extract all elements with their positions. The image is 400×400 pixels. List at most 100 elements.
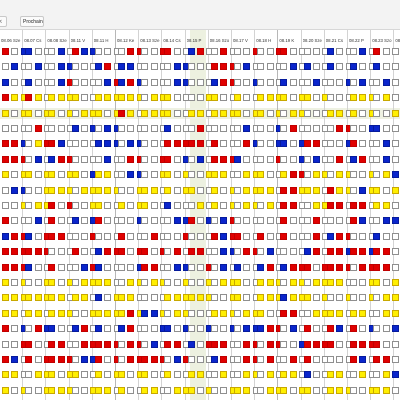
yellow-cell[interactable] <box>164 371 172 379</box>
empty-cell[interactable] <box>280 279 288 286</box>
yellow-cell[interactable] <box>48 94 56 102</box>
empty-cell[interactable] <box>71 78 79 86</box>
empty-cell[interactable] <box>164 232 172 240</box>
red-cell[interactable] <box>350 325 357 333</box>
yellow-cell[interactable] <box>257 279 265 286</box>
red-cell[interactable] <box>289 309 297 317</box>
red-cell[interactable] <box>350 202 357 209</box>
blue-cell[interactable] <box>94 63 102 71</box>
red-cell[interactable] <box>94 217 102 225</box>
blue-cell[interactable] <box>187 340 195 348</box>
empty-cell[interactable] <box>313 48 320 55</box>
empty-cell[interactable] <box>71 309 79 317</box>
red-cell[interactable] <box>280 217 288 225</box>
empty-cell[interactable] <box>57 371 65 379</box>
yellow-cell[interactable] <box>266 371 274 379</box>
empty-cell[interactable] <box>164 78 172 86</box>
empty-cell[interactable] <box>257 78 265 86</box>
empty-cell[interactable] <box>71 140 79 148</box>
empty-cell[interactable] <box>266 309 274 317</box>
red-cell[interactable] <box>280 48 288 55</box>
empty-cell[interactable] <box>71 202 79 209</box>
red-cell[interactable] <box>57 340 65 348</box>
yellow-cell[interactable] <box>34 371 42 379</box>
yellow-cell[interactable] <box>173 309 181 317</box>
empty-cell[interactable] <box>141 125 149 132</box>
yellow-cell[interactable] <box>2 279 9 286</box>
red-cell[interactable] <box>141 356 149 363</box>
empty-cell[interactable] <box>94 48 102 55</box>
empty-cell[interactable] <box>57 171 65 179</box>
yellow-cell[interactable] <box>57 186 65 194</box>
red-cell[interactable] <box>326 248 334 256</box>
empty-cell[interactable] <box>118 155 125 163</box>
yellow-cell[interactable] <box>359 371 367 379</box>
red-cell[interactable] <box>303 325 311 333</box>
empty-cell[interactable] <box>257 217 265 225</box>
empty-cell[interactable] <box>303 109 311 117</box>
yellow-cell[interactable] <box>280 94 288 102</box>
red-cell[interactable] <box>373 356 381 363</box>
empty-cell[interactable] <box>243 232 251 240</box>
red-cell[interactable] <box>34 248 42 256</box>
yellow-cell[interactable] <box>336 186 344 194</box>
empty-cell[interactable] <box>11 279 19 286</box>
empty-cell[interactable] <box>187 356 195 363</box>
red-cell[interactable] <box>127 340 135 348</box>
empty-cell[interactable] <box>220 325 228 333</box>
yellow-cell[interactable] <box>2 309 9 317</box>
red-cell[interactable] <box>326 340 334 348</box>
empty-cell[interactable] <box>197 263 204 271</box>
yellow-cell[interactable] <box>234 94 241 102</box>
yellow-cell[interactable] <box>373 186 381 194</box>
empty-cell[interactable] <box>326 294 334 302</box>
red-cell[interactable] <box>25 356 33 363</box>
yellow-cell[interactable] <box>104 386 112 394</box>
empty-cell[interactable] <box>11 386 19 394</box>
empty-cell[interactable] <box>303 217 311 225</box>
yellow-cell[interactable] <box>373 386 381 394</box>
empty-cell[interactable] <box>220 186 228 194</box>
empty-cell[interactable] <box>25 186 33 194</box>
blue-cell[interactable] <box>243 125 251 132</box>
empty-cell[interactable] <box>289 217 297 225</box>
red-cell[interactable] <box>359 263 367 271</box>
empty-cell[interactable] <box>48 125 56 132</box>
empty-cell[interactable] <box>313 386 320 394</box>
empty-cell[interactable] <box>392 386 399 394</box>
blue-cell[interactable] <box>336 325 344 333</box>
yellow-cell[interactable] <box>243 202 251 209</box>
empty-cell[interactable] <box>57 248 65 256</box>
blue-cell[interactable] <box>243 63 251 71</box>
blue-cell[interactable] <box>359 186 367 194</box>
empty-cell[interactable] <box>243 279 251 286</box>
yellow-cell[interactable] <box>187 186 195 194</box>
empty-cell[interactable] <box>243 217 251 225</box>
empty-cell[interactable] <box>266 232 274 240</box>
empty-cell[interactable] <box>303 125 311 132</box>
empty-cell[interactable] <box>127 248 135 256</box>
empty-cell[interactable] <box>141 78 149 86</box>
blue-cell[interactable] <box>173 63 181 71</box>
blue-cell[interactable] <box>350 155 357 163</box>
red-cell[interactable] <box>336 248 344 256</box>
blue-cell[interactable] <box>71 217 79 225</box>
empty-cell[interactable] <box>373 109 381 117</box>
empty-cell[interactable] <box>141 294 149 302</box>
empty-cell[interactable] <box>71 232 79 240</box>
blue-cell[interactable] <box>94 140 102 148</box>
yellow-cell[interactable] <box>289 109 297 117</box>
blue-cell[interactable] <box>220 263 228 271</box>
empty-cell[interactable] <box>326 125 334 132</box>
yellow-cell[interactable] <box>57 386 65 394</box>
red-cell[interactable] <box>2 356 9 363</box>
blue-cell[interactable] <box>173 217 181 225</box>
empty-cell[interactable] <box>141 94 149 102</box>
red-cell[interactable] <box>48 356 56 363</box>
empty-cell[interactable] <box>257 202 265 209</box>
blue-cell[interactable] <box>173 263 181 271</box>
yellow-cell[interactable] <box>11 94 19 102</box>
empty-cell[interactable] <box>197 171 204 179</box>
empty-cell[interactable] <box>210 279 218 286</box>
empty-cell[interactable] <box>173 371 181 379</box>
